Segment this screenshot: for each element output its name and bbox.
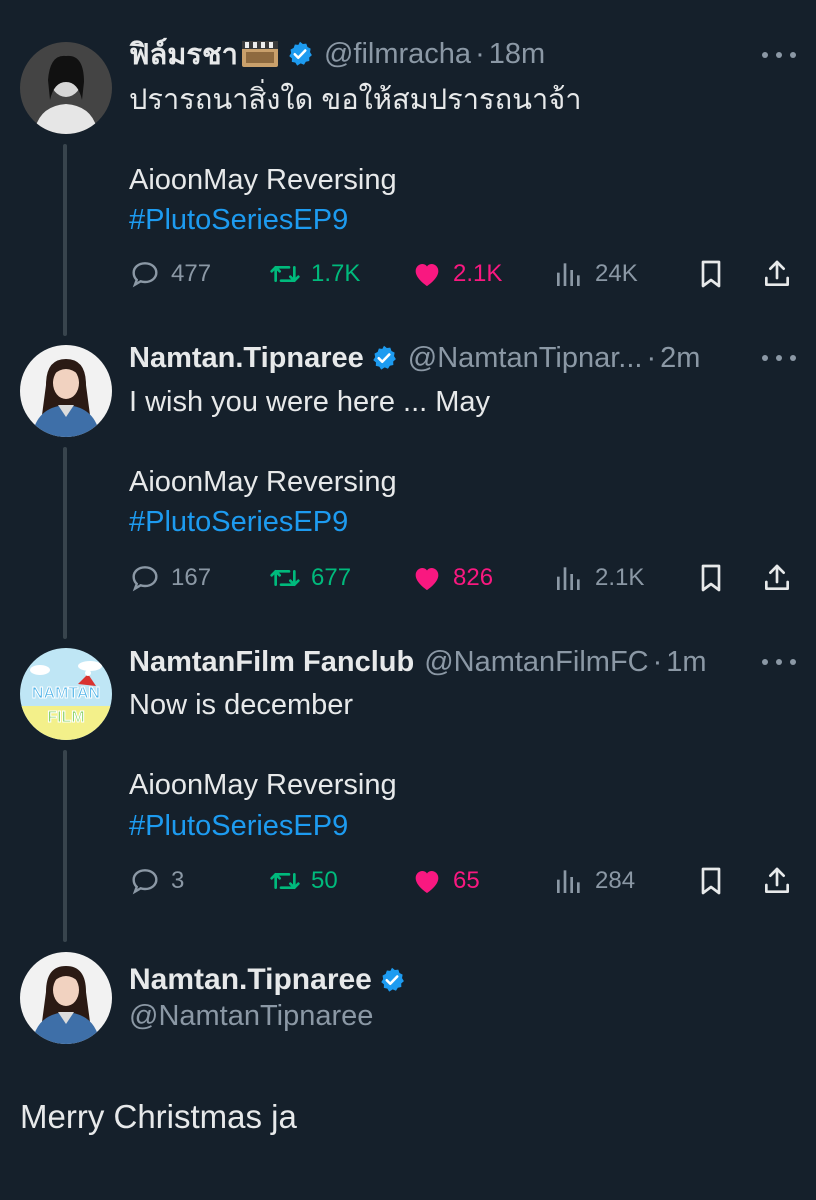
- main-tweet-text: Merry Christmas ja: [20, 1098, 297, 1135]
- avatar-filmracha[interactable]: [20, 42, 112, 134]
- retweet-count: 50: [311, 867, 338, 894]
- retweet-button[interactable]: 50: [269, 861, 338, 901]
- hashtag-link[interactable]: #PlutoSeriesEP9: [129, 200, 348, 240]
- retweet-count: 1.7K: [311, 260, 361, 287]
- reply-bubble-icon: [132, 869, 158, 895]
- thread-line: [63, 144, 67, 336]
- verified-badge-icon: [373, 345, 396, 370]
- separator-dot: ·: [646, 341, 657, 374]
- reply-bubble-icon: [132, 262, 158, 288]
- bookmark-icon: [701, 260, 721, 288]
- bookmark-button[interactable]: [695, 558, 727, 598]
- tweet-text-line-2: AioonMay Reversing: [129, 164, 397, 196]
- like-count: 2.1K: [453, 260, 503, 287]
- timestamp[interactable]: 18m: [489, 38, 545, 71]
- like-button[interactable]: 2.1K: [411, 254, 502, 294]
- tweet-text-line-1: ปรารถนาสิ่งใด ขอให้สมปรารถนาจ้า: [129, 84, 582, 116]
- views-chart-icon: [557, 263, 580, 286]
- action-bar: 167 677 826 2.1K: [129, 558, 797, 598]
- heart-icon: [415, 568, 439, 590]
- main-author-header: Namtan.Tipnaree: [129, 962, 406, 998]
- retweet-button[interactable]: 1.7K: [269, 254, 360, 294]
- film-emoji-icon: [241, 41, 278, 67]
- more-dots-icon[interactable]: [762, 645, 796, 679]
- like-count: 65: [453, 867, 480, 894]
- share-icon: [765, 260, 789, 286]
- more-dots-icon[interactable]: [762, 341, 796, 375]
- action-bar: 477 1.7K 2.1K 24K: [129, 254, 797, 294]
- reply-count: 3: [171, 867, 185, 894]
- reply-count: 477: [171, 260, 212, 287]
- svg-text:NAMTAN: NAMTAN: [32, 685, 100, 702]
- author-name[interactable]: Namtan.Tipnaree: [129, 963, 372, 997]
- tweet-header: NamtanFilm Fanclub @NamtanFilmFC · 1m: [129, 645, 707, 679]
- author-handle[interactable]: @NamtanTipnaree: [129, 1000, 373, 1033]
- timestamp[interactable]: 2m: [660, 342, 700, 375]
- bookmark-icon: [701, 564, 721, 592]
- more-dots-icon[interactable]: [762, 38, 796, 72]
- author-handle[interactable]: @NamtanFilmFC: [424, 646, 648, 679]
- reply-bubble-icon: [132, 566, 158, 592]
- bookmark-icon: [701, 867, 721, 895]
- tweet-text-line-2: AioonMay Reversing: [129, 769, 397, 801]
- retweet-icon: [270, 873, 300, 889]
- hashtag-link[interactable]: #PlutoSeriesEP9: [129, 806, 348, 846]
- bookmark-button[interactable]: [695, 254, 727, 294]
- bookmark-button[interactable]: [695, 861, 727, 901]
- author-name[interactable]: ฟิล์มรชา: [129, 31, 238, 77]
- thread-line: [63, 750, 67, 942]
- tweet-header: ฟิล์มรชา @filmracha · 18m: [129, 37, 545, 72]
- share-icon: [765, 867, 789, 893]
- tweet-text-line-1: I wish you were here ... May: [129, 386, 491, 418]
- views-chart-icon: [557, 567, 580, 590]
- author-handle[interactable]: @NamtanTipnar...: [408, 342, 643, 375]
- views-count: 24K: [595, 260, 638, 287]
- views-button[interactable]: 2.1K: [553, 558, 644, 598]
- separator-dot: ·: [475, 37, 485, 70]
- author-handle[interactable]: @filmracha: [324, 38, 471, 71]
- retweet-count: 677: [311, 564, 352, 591]
- avatar-namtan[interactable]: [20, 345, 112, 437]
- avatar-namtan-main[interactable]: [20, 952, 112, 1044]
- retweet-button[interactable]: 677: [269, 558, 351, 598]
- views-chart-icon: [557, 870, 580, 893]
- reply-button[interactable]: 167: [129, 558, 211, 598]
- separator-dot: ·: [652, 645, 663, 678]
- share-button[interactable]: [761, 254, 793, 294]
- action-bar: 3 50 65 284: [129, 861, 797, 901]
- retweet-icon: [270, 266, 300, 282]
- tweet-text-line-2: AioonMay Reversing: [129, 466, 397, 498]
- tweet-text-line-1: Now is december: [129, 689, 354, 721]
- views-count: 284: [595, 867, 636, 894]
- share-icon: [765, 564, 789, 590]
- like-count: 826: [453, 564, 494, 591]
- verified-badge-icon: [289, 41, 312, 66]
- reply-count: 167: [171, 564, 212, 591]
- reply-button[interactable]: 477: [129, 254, 211, 294]
- thread-line: [63, 447, 67, 639]
- reply-button[interactable]: 3: [129, 861, 184, 901]
- tweet-header: Namtan.Tipnaree @NamtanTipnar... · 2m: [129, 341, 700, 375]
- views-button[interactable]: 284: [553, 861, 635, 901]
- heart-icon: [415, 264, 439, 286]
- avatar-namtanfilm-fanclub[interactable]: NAMTAN FILM: [20, 648, 112, 740]
- share-button[interactable]: [761, 861, 793, 901]
- author-name[interactable]: NamtanFilm Fanclub: [129, 646, 414, 679]
- timestamp[interactable]: 1m: [666, 646, 706, 679]
- views-button[interactable]: 24K: [553, 254, 638, 294]
- svg-text:FILM: FILM: [47, 709, 84, 726]
- author-name[interactable]: Namtan.Tipnaree: [129, 342, 364, 375]
- share-button[interactable]: [761, 558, 793, 598]
- hashtag-link[interactable]: #PlutoSeriesEP9: [129, 502, 348, 542]
- heart-icon: [415, 871, 439, 893]
- verified-badge-icon: [381, 967, 404, 992]
- like-button[interactable]: 826: [411, 558, 493, 598]
- like-button[interactable]: 65: [411, 861, 480, 901]
- views-count: 2.1K: [595, 564, 645, 591]
- retweet-icon: [270, 570, 300, 586]
